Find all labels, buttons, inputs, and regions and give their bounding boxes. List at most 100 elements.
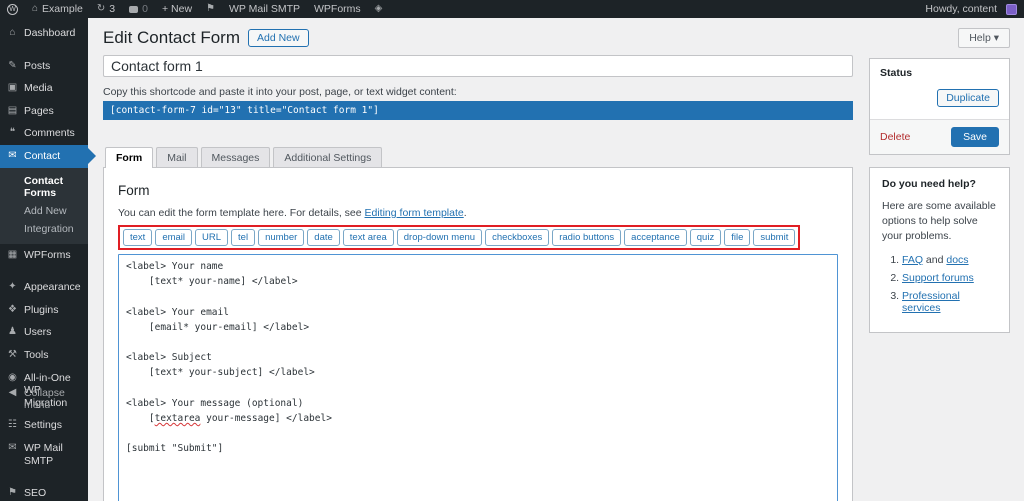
sidebar-collapse-menu[interactable]: ◀ Collapse menu xyxy=(0,382,88,417)
sidebar-item-dashboard[interactable]: ⌂ Dashboard xyxy=(0,22,88,45)
sidebar-item-appearance[interactable]: ✦ Appearance xyxy=(0,276,88,299)
sidebar-item-wp-mail-smtp[interactable]: ✉ WP Mail SMTP xyxy=(0,437,88,472)
home-icon: ⌂ xyxy=(32,3,39,14)
wpforms-icon: ▦ xyxy=(7,248,18,260)
litespeed-icon: ◈ xyxy=(374,3,383,14)
editing-form-template-link[interactable]: Editing form template xyxy=(365,207,464,219)
tag-button-date[interactable]: date xyxy=(307,229,340,246)
tag-button-number[interactable]: number xyxy=(258,229,305,246)
appearance-icon: ✦ xyxy=(8,281,17,293)
need-help-item-faq: FAQ and docs xyxy=(902,254,997,266)
sidebar-item-tools[interactable]: ⚒ Tools xyxy=(0,344,88,367)
tab-mail[interactable]: Mail xyxy=(156,147,198,167)
form-template-editor[interactable]: <label> Your name [text* your-name] </la… xyxy=(118,254,838,501)
tag-button-file[interactable]: file xyxy=(724,229,751,246)
tag-button-acceptance[interactable]: acceptance xyxy=(624,229,687,246)
admin-sidebar: ⌂ Dashboard ✎ Posts ▣ Media ▤ Pages ❝ Co… xyxy=(0,18,88,501)
need-help-item-support: Support forums xyxy=(902,272,997,284)
tag-button-text-area[interactable]: text area xyxy=(342,229,394,246)
howdy-label: Howdy, content xyxy=(925,3,997,15)
dashboard-icon: ⌂ xyxy=(9,27,16,38)
wordpress-logo-icon: W xyxy=(7,3,18,15)
tag-button-radio-buttons[interactable]: radio buttons xyxy=(552,229,622,246)
submenu-integration[interactable]: Integration xyxy=(0,220,88,238)
collapse-icon: ◀ xyxy=(8,386,17,398)
tag-button-email[interactable]: email xyxy=(155,229,193,246)
comments-menu[interactable]: 0 xyxy=(122,0,155,18)
tab-form[interactable]: Form xyxy=(105,147,154,168)
updates-menu[interactable]: ↻ 3 xyxy=(90,0,122,18)
support-forums-link[interactable]: Support forums xyxy=(902,272,974,284)
status-heading: Status xyxy=(880,67,913,79)
page-title: Edit Contact Form xyxy=(103,28,240,47)
wpforms-label: WPForms xyxy=(314,3,361,15)
comments-count: 0 xyxy=(142,3,148,15)
sidebar-item-posts[interactable]: ✎ Posts xyxy=(0,55,88,78)
tag-generator-toolbar-highlight: text email URL tel number date text area… xyxy=(118,225,801,250)
professional-services-link[interactable]: Professional services xyxy=(902,290,960,314)
shortcode-hint: Copy this shortcode and paste it into yo… xyxy=(103,86,457,98)
settings-icon: ☷ xyxy=(8,419,17,431)
site-name-menu[interactable]: ⌂ Example xyxy=(25,0,90,18)
site-name-label: Example xyxy=(42,3,83,15)
users-icon: ♟ xyxy=(8,326,17,338)
tag-button-url[interactable]: URL xyxy=(195,229,229,246)
seo-icon: ⚑ xyxy=(8,487,17,499)
delete-link[interactable]: Delete xyxy=(880,131,910,143)
help-dropdown-button[interactable]: Help ▾ xyxy=(958,28,1010,48)
shortcode-field[interactable]: [contact-form-7 id="13" title="Contact f… xyxy=(103,101,853,120)
tag-button-tel[interactable]: tel xyxy=(231,229,256,246)
sidebar-item-contact[interactable]: ✉ Contact xyxy=(0,144,88,168)
sidebar-item-comments[interactable]: ❝ Comments xyxy=(0,122,88,145)
tag-button-submit[interactable]: submit xyxy=(753,229,796,246)
form-panel-heading: Form xyxy=(118,183,150,198)
cf7-toolbar-item[interactable]: ⚑ xyxy=(199,0,222,18)
main-content: Edit Contact Form Add New Copy this shor… xyxy=(88,18,1024,501)
tab-messages[interactable]: Messages xyxy=(200,147,271,167)
comments-bubble-icon: ❝ xyxy=(9,127,16,139)
sidebar-item-settings[interactable]: ☷ Settings xyxy=(0,414,88,437)
sidebar-item-pages[interactable]: ▤ Pages xyxy=(0,100,88,123)
new-label: + New xyxy=(161,3,193,15)
status-box: Status Duplicate Delete Save xyxy=(869,58,1010,155)
new-content-menu[interactable]: + New xyxy=(155,0,199,18)
updates-count: 3 xyxy=(109,3,116,15)
wp-mail-smtp-toolbar-item[interactable]: WP Mail SMTP xyxy=(222,0,307,18)
tag-button-quiz[interactable]: quiz xyxy=(689,229,722,246)
sidebar-item-seo[interactable]: ⚑ SEO xyxy=(0,482,88,501)
smtp-mail-icon: ✉ xyxy=(8,441,17,453)
need-help-item-services: Professional services xyxy=(902,290,997,314)
contact-form-7-icon: ⚑ xyxy=(206,3,216,14)
submenu-add-new[interactable]: Add New xyxy=(0,202,88,220)
tab-additional-settings[interactable]: Additional Settings xyxy=(273,147,383,167)
need-help-intro: Here are some available options to help … xyxy=(882,200,996,243)
form-panel-description: You can edit the form template here. For… xyxy=(118,207,467,219)
tag-button-checkboxes[interactable]: checkboxes xyxy=(485,229,550,246)
litespeed-toolbar-item[interactable]: ◈ xyxy=(368,0,390,18)
tag-button-drop-down-menu[interactable]: drop-down menu xyxy=(396,229,483,246)
need-help-box: Do you need help? Here are some availabl… xyxy=(869,167,1010,333)
form-title-input[interactable] xyxy=(103,55,853,77)
sidebar-item-media[interactable]: ▣ Media xyxy=(0,77,88,100)
add-new-button[interactable]: Add New xyxy=(248,29,309,47)
need-help-list: FAQ and docs Support forums Professional… xyxy=(882,254,997,314)
faq-link[interactable]: FAQ xyxy=(902,254,923,266)
editor-tabs: Form Mail Messages Additional Settings xyxy=(103,147,853,168)
wp-logo-menu[interactable]: W xyxy=(0,0,25,18)
admin-bar: W ⌂ Example ↻ 3 0 + New ⚑ WP Mail SMTP W… xyxy=(0,0,1024,18)
account-menu[interactable]: Howdy, content xyxy=(918,3,1024,15)
docs-link[interactable]: docs xyxy=(946,254,968,266)
wp-mail-smtp-label: WP Mail SMTP xyxy=(229,3,300,15)
form-panel: Form You can edit the form template here… xyxy=(103,167,853,501)
wpforms-toolbar-item[interactable]: WPForms xyxy=(307,0,368,18)
plugins-icon: ❖ xyxy=(8,303,17,315)
duplicate-button[interactable]: Duplicate xyxy=(937,89,999,107)
submenu-contact-forms[interactable]: Contact Forms xyxy=(0,172,88,202)
comments-icon xyxy=(129,5,139,13)
sidebar-item-wpforms[interactable]: ▦ WPForms xyxy=(0,244,88,267)
need-help-heading: Do you need help? xyxy=(882,178,976,190)
tag-button-text[interactable]: text xyxy=(123,229,153,246)
sidebar-item-users[interactable]: ♟ Users xyxy=(0,321,88,344)
save-button[interactable]: Save xyxy=(951,127,999,147)
sidebar-item-plugins[interactable]: ❖ Plugins xyxy=(0,299,88,322)
